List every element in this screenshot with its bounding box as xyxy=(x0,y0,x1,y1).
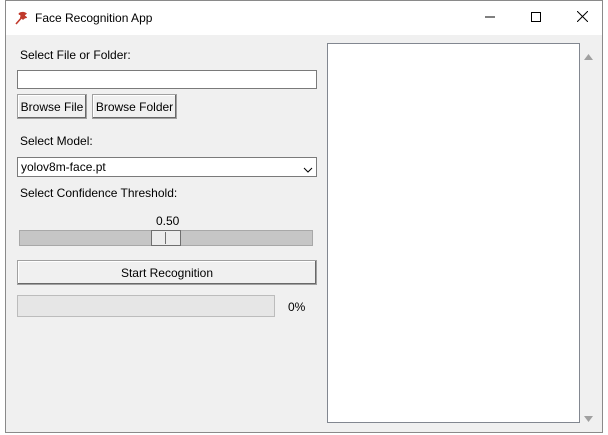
maximize-icon xyxy=(531,11,541,25)
progress-percent: 0% xyxy=(288,300,306,314)
browse-folder-button[interactable]: Browse Folder xyxy=(92,94,177,119)
output-scrollbar[interactable] xyxy=(580,43,597,423)
slider-notch xyxy=(165,232,166,244)
scroll-up-icon[interactable] xyxy=(584,49,593,60)
output-textbox[interactable] xyxy=(327,43,580,423)
scroll-down-icon[interactable] xyxy=(584,411,593,422)
model-select-value: yolov8m-face.pt xyxy=(21,160,106,174)
maximize-button[interactable] xyxy=(513,1,559,35)
minimize-icon xyxy=(485,11,495,25)
window-title: Face Recognition App xyxy=(35,11,153,25)
title-bar[interactable]: Face Recognition App xyxy=(6,1,602,35)
app-window: Face Recognition App Select File or Fold… xyxy=(5,0,603,433)
confidence-threshold-label: Select Confidence Threshold: xyxy=(20,186,178,200)
file-path-input[interactable] xyxy=(17,70,317,89)
threshold-slider-handle[interactable] xyxy=(151,230,181,246)
close-button[interactable] xyxy=(559,1,602,35)
select-model-label: Select Model: xyxy=(20,134,93,148)
minimize-button[interactable] xyxy=(467,1,513,35)
select-file-label: Select File or Folder: xyxy=(20,48,131,62)
browse-file-button[interactable]: Browse File xyxy=(17,94,87,119)
progress-bar xyxy=(17,295,275,317)
threshold-value: 0.50 xyxy=(156,214,180,228)
chevron-down-icon xyxy=(303,163,313,173)
start-recognition-button[interactable]: Start Recognition xyxy=(17,260,317,285)
model-select[interactable]: yolov8m-face.pt xyxy=(17,157,317,177)
feather-icon xyxy=(14,10,30,26)
close-icon xyxy=(576,10,588,25)
